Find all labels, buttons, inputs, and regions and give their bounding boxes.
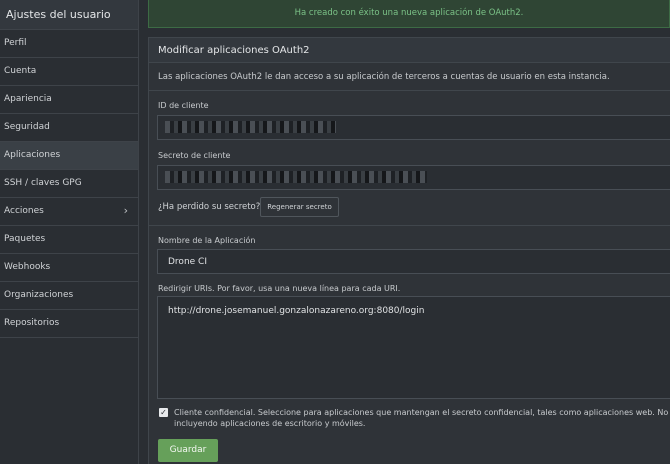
- sidebar-item-acciones[interactable]: Acciones ›: [0, 198, 138, 226]
- sidebar-item-seguridad[interactable]: Seguridad: [0, 114, 138, 142]
- client-secret-field[interactable]: [157, 165, 670, 190]
- client-secret-redacted: [165, 171, 427, 183]
- client-id-label: ID de cliente: [158, 101, 209, 110]
- client-secret-label: Secreto de cliente: [158, 151, 231, 160]
- divider: [149, 90, 670, 91]
- sidebar-item-perfil[interactable]: Perfil: [0, 30, 138, 58]
- sidebar-item-apariencia[interactable]: Apariencia: [0, 86, 138, 114]
- sidebar-title: Ajustes del usuario: [0, 0, 138, 30]
- sidebar-item-organizaciones[interactable]: Organizaciones: [0, 282, 138, 310]
- layout-gap: [139, 0, 148, 464]
- sidebar-item-ssh-gpg[interactable]: SSH / claves GPG: [0, 170, 138, 198]
- client-id-field[interactable]: [157, 115, 670, 140]
- save-button[interactable]: Guardar: [158, 439, 218, 462]
- confidential-label-line2: incluyendo aplicaciones de escritorio y …: [174, 419, 366, 428]
- sidebar-item-paquetes[interactable]: Paquetes: [0, 226, 138, 254]
- oauth2-edit-form: Las aplicaciones OAuth2 le dan acceso a …: [148, 63, 670, 464]
- user-settings-sidebar: Ajustes del usuario Perfil Cuenta Aparie…: [0, 0, 139, 340]
- sidebar-item-label: Acciones: [4, 206, 44, 216]
- sidebar-item-repositorios[interactable]: Repositorios: [0, 310, 138, 338]
- chevron-right-icon: ›: [123, 204, 128, 217]
- regenerate-secret-button[interactable]: Regenerar secreto: [260, 197, 339, 217]
- confidential-checkbox[interactable]: ✓: [159, 408, 168, 417]
- redirect-uris-value: http://drone.josemanuel.gonzalonazareno.…: [168, 306, 425, 316]
- sidebar-filler: [0, 340, 139, 464]
- lost-secret-text: ¿Ha perdido su secreto?: [158, 202, 261, 212]
- card-title: Modificar aplicaciones OAuth2: [148, 37, 670, 63]
- confidential-label-line1: Cliente confidencial. Seleccione para ap…: [174, 408, 669, 417]
- confidential-label: Cliente confidencial. Seleccione para ap…: [174, 407, 669, 429]
- client-id-redacted: [165, 121, 336, 133]
- redirect-uris-label: Redirigir URIs. Por favor, usa una nueva…: [158, 284, 401, 293]
- sidebar-item-cuenta[interactable]: Cuenta: [0, 58, 138, 86]
- divider: [149, 225, 670, 226]
- sidebar-item-aplicaciones[interactable]: Aplicaciones: [0, 142, 138, 170]
- app-name-value: Drone CI: [168, 257, 207, 267]
- sidebar-item-webhooks[interactable]: Webhooks: [0, 254, 138, 282]
- app-name-label: Nombre de la Aplicación: [158, 236, 256, 245]
- intro-text: Las aplicaciones OAuth2 le dan acceso a …: [158, 72, 610, 82]
- app-name-input[interactable]: Drone CI: [157, 249, 670, 274]
- success-banner: Ha creado con éxito una nueva aplicación…: [148, 0, 670, 28]
- redirect-uris-textarea[interactable]: http://drone.josemanuel.gonzalonazareno.…: [157, 296, 670, 399]
